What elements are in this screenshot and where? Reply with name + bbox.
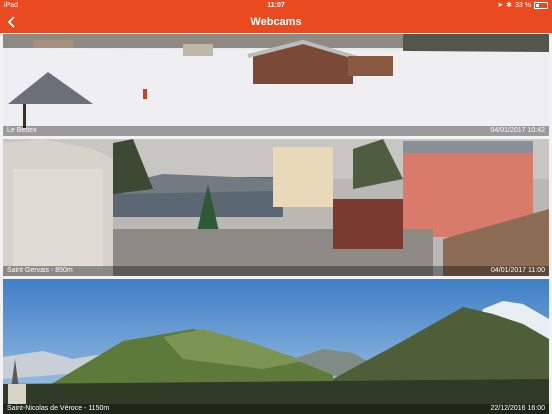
webcam-image: [3, 279, 549, 414]
status-bar: iPad 11:07 ➤ ✱ 33 %: [0, 0, 552, 11]
webcam-card-saint-nicolas[interactable]: Saint-Nicolas de Véroce - 1150m 22/12/20…: [3, 279, 549, 414]
page-title: Webcams: [250, 16, 302, 28]
webcam-name: Saint-Nicolas de Véroce - 1150m: [7, 405, 110, 412]
webcam-timestamp: 04/01/2017 10:42: [490, 127, 546, 134]
webcam-card-le-bettex[interactable]: Le Bettex 04/01/2017 10:42: [3, 34, 549, 136]
webcam-caption: Saint-Nicolas de Véroce - 1150m 22/12/20…: [3, 404, 549, 414]
battery-icon: [534, 2, 548, 9]
webcam-timestamp: 04/01/2017 11:00: [491, 267, 545, 274]
status-right: ➤ ✱ 33 %: [497, 0, 548, 11]
webcam-card-saint-gervais[interactable]: Saint Gervais - 850m 04/01/2017 11:00: [3, 139, 549, 276]
webcam-name: Le Bettex: [7, 127, 37, 134]
status-time: 11:07: [267, 2, 285, 9]
webcam-image: [3, 139, 549, 276]
webcam-caption: Saint Gervais - 850m 04/01/2017 11:00: [3, 266, 549, 276]
webcam-name: Saint Gervais - 850m: [7, 267, 73, 274]
webcam-image: [3, 34, 549, 136]
battery-percent: 33 %: [515, 2, 531, 9]
webcam-caption: Le Bettex 04/01/2017 10:42: [3, 126, 549, 136]
location-icon: ➤: [497, 2, 504, 9]
nav-bar: Webcams: [0, 11, 552, 33]
webcam-timestamp: 22/12/2016 16:00: [490, 405, 546, 412]
bluetooth-icon: ✱: [506, 2, 513, 9]
